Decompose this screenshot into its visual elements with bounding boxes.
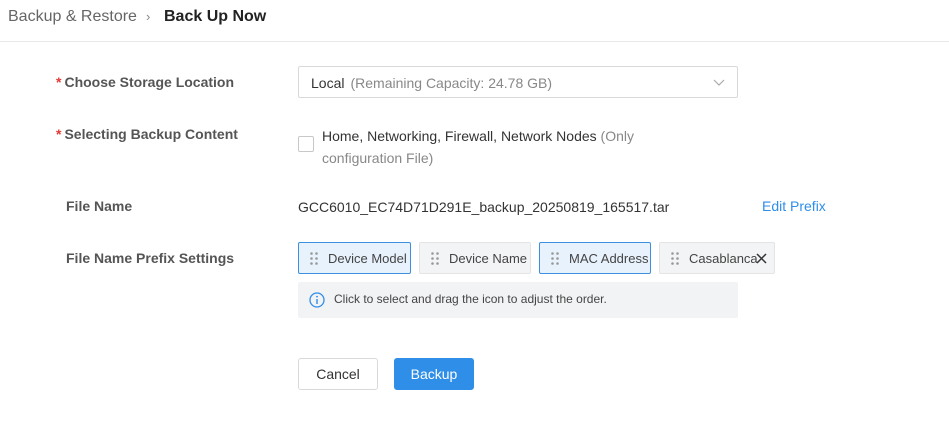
backup-content-option-text: Home, Networking, Firewall, Network Node… bbox=[322, 128, 597, 144]
storage-location-select[interactable]: Local (Remaining Capacity: 24.78 GB) bbox=[298, 66, 738, 98]
required-asterisk: * bbox=[56, 126, 62, 142]
storage-capacity-hint: (Remaining Capacity: 24.78 GB) bbox=[350, 75, 553, 91]
prefix-chip-device-name[interactable]: Device Name bbox=[419, 242, 531, 274]
info-icon bbox=[309, 292, 325, 308]
edit-prefix-link[interactable]: Edit Prefix bbox=[762, 198, 826, 214]
prefix-chip-casablanca[interactable]: Casablanca bbox=[659, 242, 775, 274]
storage-location-label-text: Choose Storage Location bbox=[64, 74, 235, 90]
drag-handle-icon[interactable] bbox=[671, 252, 679, 265]
backup-content-label: * Selecting Backup Content bbox=[56, 126, 238, 142]
chevron-down-icon bbox=[713, 79, 725, 86]
chevron-right-icon: › bbox=[146, 9, 151, 24]
backup-content-checkbox[interactable] bbox=[298, 136, 314, 152]
drag-handle-icon[interactable] bbox=[310, 252, 318, 265]
storage-location-label: * Choose Storage Location bbox=[56, 74, 234, 90]
file-name-label: File Name bbox=[66, 198, 133, 214]
prefix-chip-label: MAC Address bbox=[569, 251, 649, 266]
file-name-value: GCC6010_EC74D71D291E_backup_20250819_165… bbox=[298, 199, 670, 215]
prefix-tip-banner: Click to select and drag the icon to adj… bbox=[298, 282, 738, 318]
backup-content-option[interactable]: Home, Networking, Firewall, Network Node… bbox=[322, 125, 682, 169]
breadcrumb-parent-link[interactable]: Backup & Restore bbox=[8, 8, 137, 26]
prefix-chip-label: Device Name bbox=[449, 251, 528, 266]
breadcrumb-bar: Backup & Restore › Back Up Now bbox=[0, 0, 949, 42]
prefix-chip-device-model[interactable]: Device Model bbox=[298, 242, 411, 274]
backup-button[interactable]: Backup bbox=[394, 358, 474, 390]
prefix-settings-label: File Name Prefix Settings bbox=[66, 250, 235, 266]
page-title: Back Up Now bbox=[164, 8, 267, 25]
storage-value: Local bbox=[311, 75, 345, 91]
required-asterisk: * bbox=[56, 74, 62, 90]
prefix-chip-mac-address[interactable]: MAC Address bbox=[539, 242, 651, 274]
backup-content-label-text: Selecting Backup Content bbox=[64, 126, 238, 142]
drag-handle-icon[interactable] bbox=[431, 252, 439, 265]
prefix-chip-label: Casablanca bbox=[689, 251, 758, 266]
close-icon[interactable] bbox=[756, 253, 767, 264]
prefix-tip-text: Click to select and drag the icon to adj… bbox=[334, 292, 607, 306]
cancel-button[interactable]: Cancel bbox=[298, 358, 378, 390]
storage-select-value: Local (Remaining Capacity: 24.78 GB) bbox=[311, 75, 552, 91]
prefix-chip-label: Device Model bbox=[328, 251, 407, 266]
drag-handle-icon[interactable] bbox=[551, 252, 559, 265]
